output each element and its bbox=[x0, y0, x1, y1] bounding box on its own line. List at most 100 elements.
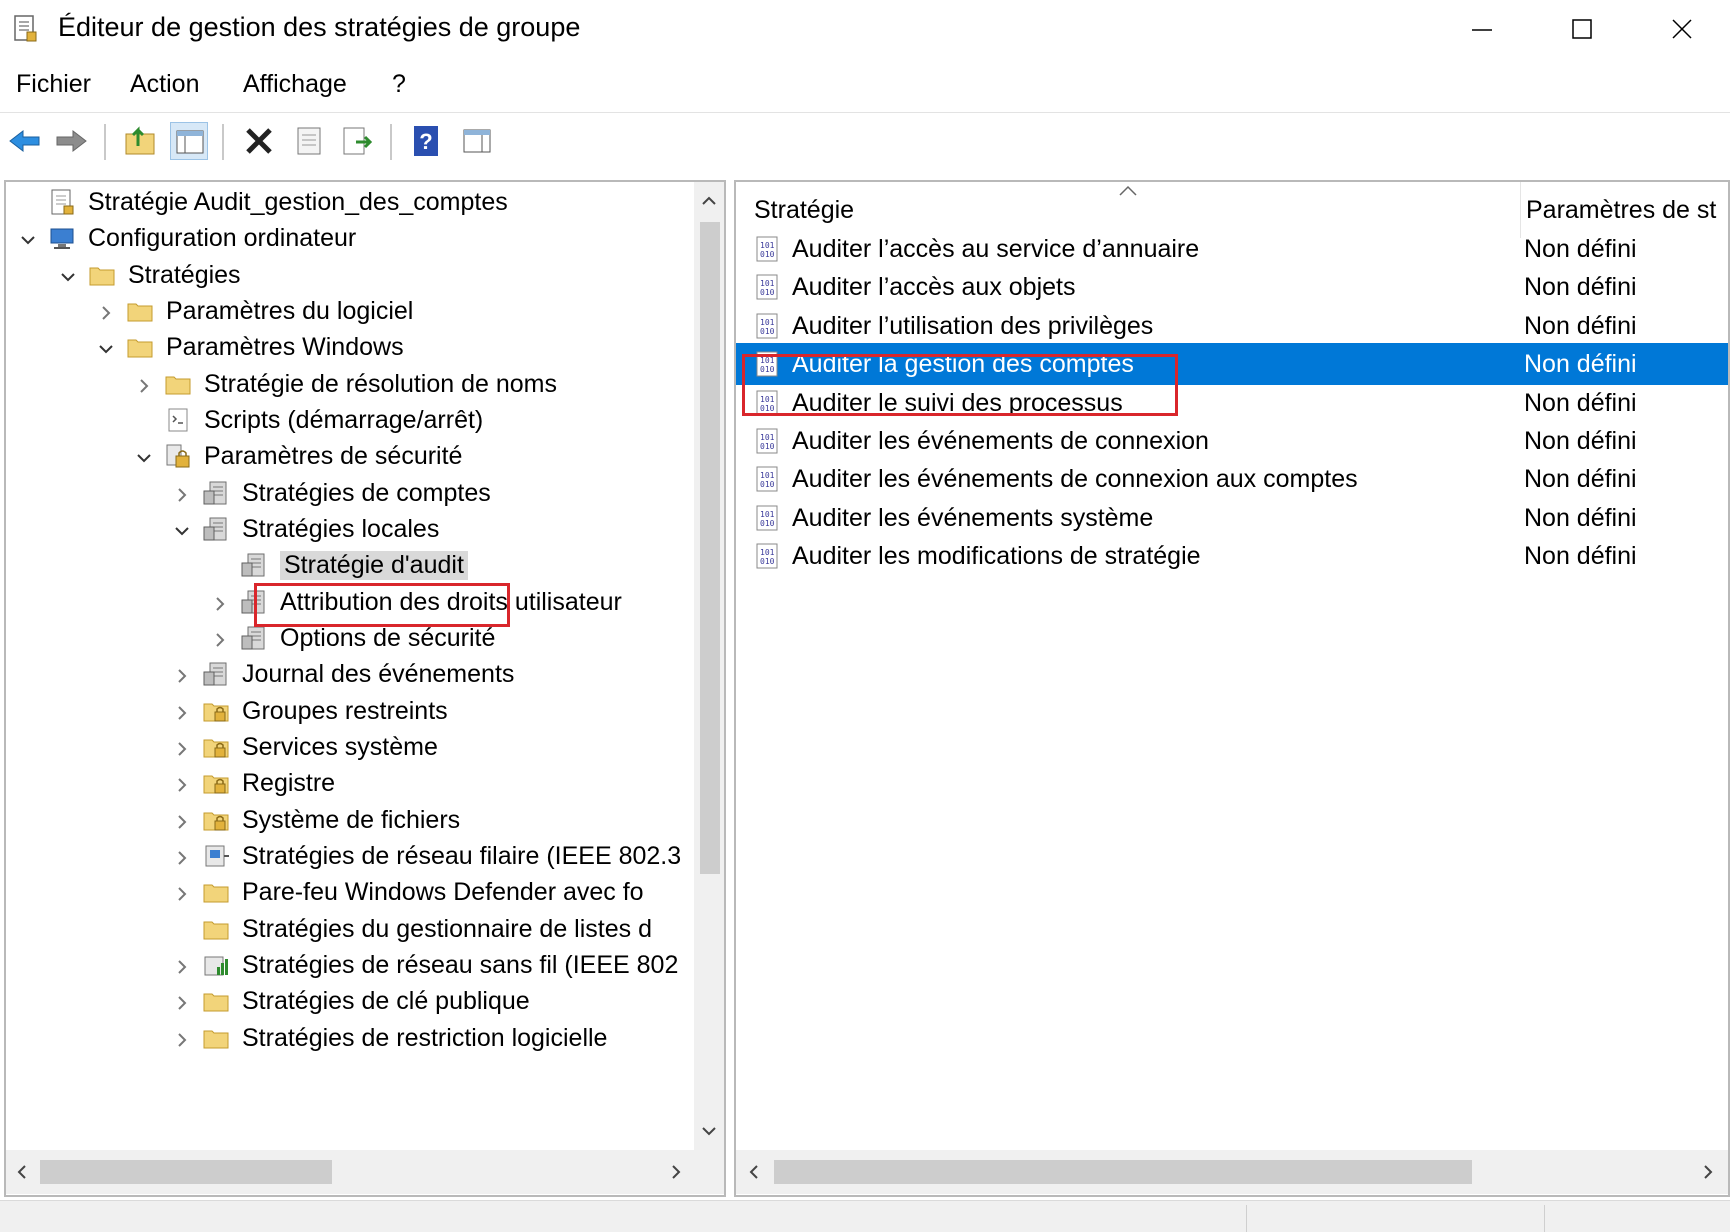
tree-node[interactable]: Configuration ordinateur bbox=[21, 218, 356, 258]
tree-node[interactable]: Scripts (démarrage/arrêt) bbox=[164, 400, 483, 440]
chevron-down-icon[interactable] bbox=[96, 337, 116, 357]
scroll-left-icon[interactable] bbox=[744, 1162, 764, 1182]
scroll-left-icon[interactable] bbox=[12, 1162, 32, 1182]
column-header-parametres[interactable]: Paramètres de st bbox=[1526, 196, 1716, 225]
chevron-right-icon[interactable] bbox=[96, 301, 116, 321]
policy-row[interactable]: 101 010 Auditer les événements système Non … bbox=[736, 497, 1728, 539]
chevron-down-icon[interactable] bbox=[58, 265, 78, 285]
export-list-button[interactable] bbox=[338, 122, 376, 160]
svg-text:101: 101 bbox=[760, 433, 775, 442]
policy-row[interactable]: 101 010 Auditer les modifications de strat… bbox=[736, 535, 1728, 577]
chevron-right-icon[interactable] bbox=[172, 810, 192, 830]
tree-node[interactable]: Registre bbox=[178, 763, 335, 803]
tree-horizontal-scroll-thumb[interactable] bbox=[40, 1160, 332, 1184]
folder-icon bbox=[164, 370, 192, 398]
tree-pane[interactable]: Stratégie Audit_gestion_des_comptes Confi… bbox=[4, 180, 726, 1197]
list-horizontal-scroll-thumb[interactable] bbox=[774, 1160, 1472, 1184]
menu-divider bbox=[0, 112, 1730, 113]
audit-policy-icon: 101 010 bbox=[754, 427, 780, 455]
show-hide-tree-button[interactable] bbox=[170, 122, 208, 160]
column-header-strategie[interactable]: Stratégie bbox=[754, 196, 854, 225]
menu-affichage[interactable]: Affichage bbox=[243, 70, 347, 99]
chevron-right-icon[interactable] bbox=[210, 592, 230, 612]
tree-node[interactable]: Paramètres Windows bbox=[99, 327, 404, 367]
chevron-right-icon[interactable] bbox=[210, 628, 230, 648]
chevron-right-icon[interactable] bbox=[172, 483, 192, 503]
tree-horizontal-scrollbar[interactable] bbox=[6, 1150, 724, 1194]
tree-node[interactable]: Stratégies de restriction logicielle bbox=[178, 1018, 607, 1058]
menu-help[interactable]: ? bbox=[392, 70, 406, 99]
chevron-right-icon[interactable] bbox=[172, 701, 192, 721]
tree-vertical-scrollbar[interactable] bbox=[694, 182, 724, 1150]
chevron-right-icon[interactable] bbox=[172, 991, 192, 1011]
policy-row[interactable]: 101 010 Auditer l’accès au service d’annua… bbox=[736, 228, 1728, 270]
back-button[interactable] bbox=[6, 122, 44, 160]
policy-row[interactable]: 101 010 Auditer le suivi des processus Non … bbox=[736, 382, 1728, 424]
tree-node[interactable]: Stratégie Audit_gestion_des_comptes bbox=[48, 182, 508, 222]
scroll-right-icon[interactable] bbox=[1698, 1162, 1718, 1182]
tree-node[interactable]: Groupes restreints bbox=[178, 691, 448, 731]
chevron-down-icon[interactable] bbox=[18, 228, 38, 248]
back-icon bbox=[9, 129, 40, 153]
chevron-right-icon[interactable] bbox=[172, 737, 192, 757]
tree-node[interactable]: Pare-feu Windows Defender avec fo bbox=[178, 872, 644, 912]
minimize-button[interactable] bbox=[1432, 0, 1532, 58]
tree-node-label: Stratégie de résolution de noms bbox=[204, 369, 557, 398]
tree-vertical-scroll-thumb[interactable] bbox=[700, 222, 720, 874]
help-button[interactable]: ? bbox=[408, 122, 446, 160]
tree-node[interactable]: Services système bbox=[178, 727, 438, 767]
tree-node[interactable]: Stratégies locales bbox=[175, 509, 439, 549]
properties-button[interactable] bbox=[290, 122, 328, 160]
policy-folder-icon bbox=[240, 624, 268, 652]
chevron-down-icon[interactable] bbox=[134, 446, 154, 466]
chevron-right-icon[interactable] bbox=[172, 882, 192, 902]
policy-row[interactable]: 101 010 Auditer l’accès aux objets Non défi… bbox=[736, 266, 1728, 308]
tree-node[interactable]: Stratégie de résolution de noms bbox=[140, 364, 557, 404]
audit-policy-icon: 101 010 bbox=[754, 389, 780, 417]
audit-policy-icon: 101 010 bbox=[754, 504, 780, 532]
show-hide-action-pane-button[interactable] bbox=[458, 122, 496, 160]
policy-row[interactable]: 101 010 Auditer les événements de connexio… bbox=[736, 420, 1728, 462]
tree-node[interactable]: Stratégies du gestionnaire de listes d bbox=[202, 909, 652, 949]
status-divider bbox=[1544, 1205, 1545, 1232]
maximize-button[interactable] bbox=[1532, 0, 1632, 58]
forward-button[interactable] bbox=[52, 122, 90, 160]
scroll-right-icon[interactable] bbox=[666, 1162, 686, 1182]
scroll-up-icon[interactable] bbox=[700, 192, 718, 210]
tree-node[interactable]: Stratégies de réseau filaire (IEEE 802.3 bbox=[178, 836, 681, 876]
window-title: Éditeur de gestion des stratégies de gro… bbox=[58, 12, 581, 42]
scroll-down-icon[interactable] bbox=[700, 1122, 718, 1140]
tree-node[interactable]: Stratégies bbox=[61, 255, 241, 295]
chevron-right-icon[interactable] bbox=[172, 846, 192, 866]
tree-node[interactable]: Stratégies de comptes bbox=[178, 473, 491, 513]
close-button[interactable] bbox=[1632, 0, 1730, 58]
policy-name: Auditer les modifications de stratégie bbox=[792, 542, 1201, 571]
menu-action[interactable]: Action bbox=[130, 70, 199, 99]
tree-node[interactable]: Paramètres de sécurité bbox=[137, 436, 462, 476]
up-folder-button[interactable] bbox=[122, 122, 160, 160]
tree-node[interactable]: Paramètres du logiciel bbox=[102, 291, 413, 331]
chevron-down-icon[interactable] bbox=[172, 519, 192, 539]
tree-node[interactable]: Système de fichiers bbox=[178, 800, 460, 840]
tree-node[interactable]: Options de sécurité bbox=[216, 618, 495, 658]
policy-row[interactable]: 101 010 Auditer l’utilisation des privilèg… bbox=[736, 305, 1728, 347]
tree-node[interactable]: Journal des événements bbox=[178, 654, 514, 694]
chevron-right-icon[interactable] bbox=[134, 374, 154, 394]
policy-row[interactable]: 101 010 Auditer la gestion des comptes Non … bbox=[736, 343, 1728, 386]
policy-row[interactable]: 101 010 Auditer les événements de connexio… bbox=[736, 458, 1728, 500]
details-pane[interactable]: Stratégie Paramètres de st 101 010 Auditer… bbox=[734, 180, 1730, 1197]
tree-node[interactable]: Stratégies de clé publique bbox=[178, 981, 530, 1021]
list-horizontal-scrollbar[interactable] bbox=[736, 1150, 1728, 1194]
computer-icon bbox=[48, 224, 76, 252]
chevron-right-icon[interactable] bbox=[172, 1028, 192, 1048]
chevron-right-icon[interactable] bbox=[172, 955, 192, 975]
tree-node[interactable]: Attribution des droits utilisateur bbox=[216, 582, 622, 622]
chevron-right-icon[interactable] bbox=[172, 664, 192, 684]
delete-button[interactable] bbox=[240, 122, 278, 160]
svg-text:010: 010 bbox=[760, 480, 775, 489]
tree-node[interactable]: Stratégies de réseau sans fil (IEEE 802 bbox=[178, 945, 678, 985]
folder-icon bbox=[88, 261, 116, 289]
menu-fichier[interactable]: Fichier bbox=[16, 70, 91, 99]
chevron-right-icon[interactable] bbox=[172, 773, 192, 793]
tree-node[interactable]: Stratégie d'audit bbox=[240, 545, 468, 585]
